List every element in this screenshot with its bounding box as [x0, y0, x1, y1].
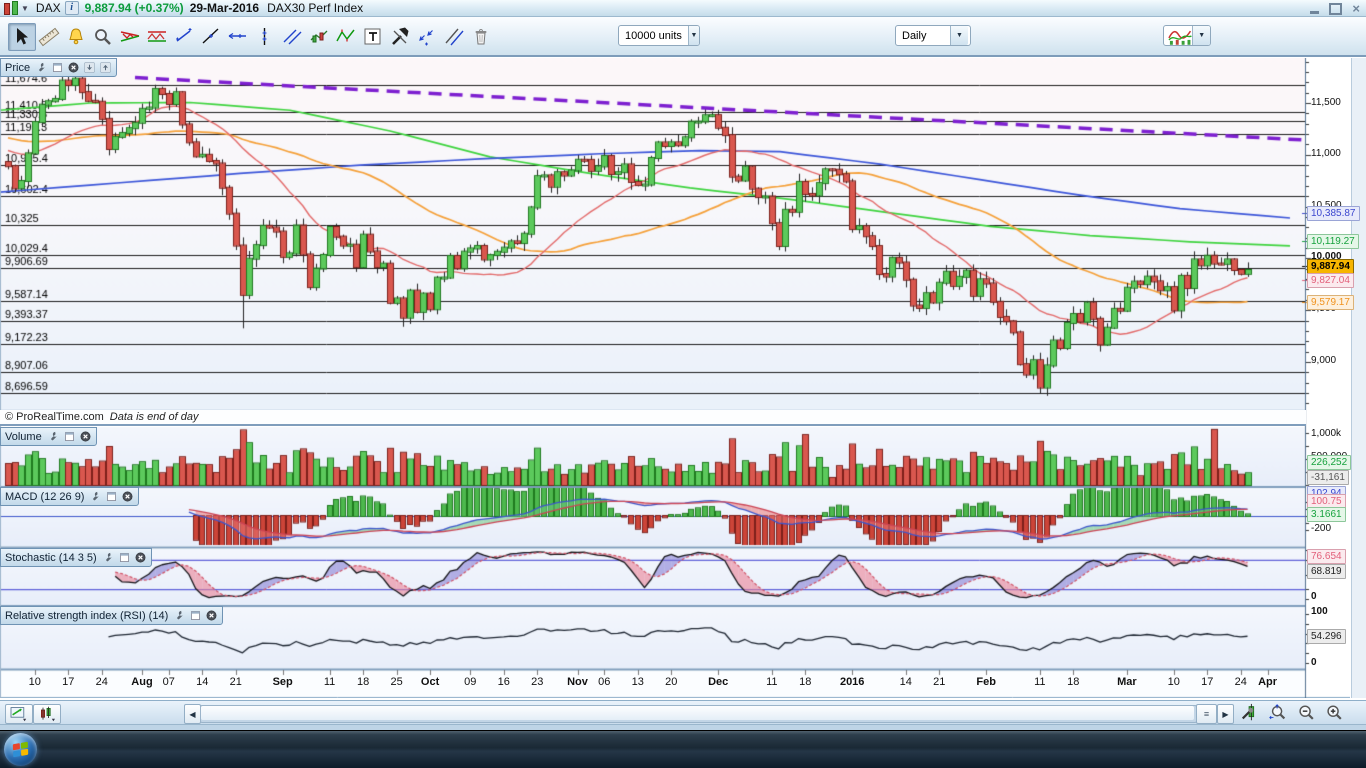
- chart-type-icon: [1167, 26, 1192, 46]
- units-dropdown-value: 10000 units: [619, 30, 688, 42]
- close-icon[interactable]: ×: [1352, 2, 1360, 15]
- scroll-right-button[interactable]: ▶: [1217, 704, 1234, 724]
- chart-area: Price Volume MACD (12 26 9) Stochastic (…: [0, 58, 1366, 698]
- stochastic-panel-header[interactable]: Stochastic (14 3 5): [0, 548, 152, 567]
- price-panel-title: Price: [5, 62, 32, 74]
- windows-logo-icon: [13, 742, 28, 758]
- panel-wrench-icon[interactable]: [35, 61, 48, 74]
- chart-type-dropdown-arrow[interactable]: ▼: [1192, 26, 1210, 45]
- horizontal-scrollbar-thumb[interactable]: [201, 706, 1194, 720]
- timeframe-dropdown-arrow[interactable]: ▼: [950, 26, 968, 45]
- tool-alarm-bell-icon[interactable]: [62, 23, 90, 51]
- chart-statusbar: ◀ ≡ ▶: [0, 700, 1366, 724]
- tool-ruler-icon[interactable]: [35, 23, 63, 51]
- vertical-scrollbar[interactable]: [1351, 58, 1366, 698]
- panel-close-icon[interactable]: [134, 551, 147, 564]
- restore-icon[interactable]: [1329, 3, 1342, 15]
- chart-style-icon: [37, 706, 57, 722]
- copyright-site: © ProRealTime.com: [5, 411, 104, 423]
- macd-panel-title: MACD (12 26 9): [5, 491, 86, 503]
- tool-zigzag-icon[interactable]: [332, 23, 360, 51]
- scroll-left-button[interactable]: ◀: [184, 704, 201, 724]
- start-button[interactable]: [4, 733, 37, 766]
- drawing-toolbar: 10000 units ▼ Daily ▼ ▼: [0, 17, 1366, 57]
- tool-trash-icon[interactable]: [467, 23, 495, 51]
- quote-date: 29-Mar-2016: [190, 1, 267, 15]
- macd-panel-header[interactable]: MACD (12 26 9): [0, 487, 139, 506]
- panel-wrench-icon[interactable]: [173, 609, 186, 622]
- tool-parallel-lines-icon[interactable]: [278, 23, 306, 51]
- tool-tools-icon[interactable]: [386, 23, 414, 51]
- rsi-panel-title: Relative strength index (RSI) (14): [5, 610, 170, 622]
- display-mode-button[interactable]: [5, 704, 33, 724]
- panel-window-icon[interactable]: [189, 609, 202, 622]
- timeframe-dropdown[interactable]: Daily ▼: [895, 25, 971, 46]
- stochastic-panel-title: Stochastic (14 3 5): [5, 552, 99, 564]
- chart-canvas[interactable]: [0, 58, 1350, 698]
- zoom-drag-icon[interactable]: [1266, 703, 1290, 723]
- zoom-out-icon[interactable]: [1294, 703, 1318, 723]
- tool-vertical-line-icon[interactable]: [251, 23, 279, 51]
- rsi-panel-header[interactable]: Relative strength index (RSI) (14): [0, 606, 223, 625]
- screen: ▼ DAX i 9,887.94 (+0.37%) 29-Mar-2016 DA…: [0, 0, 1366, 768]
- units-dropdown-arrow[interactable]: ▼: [688, 26, 699, 45]
- panel-wrench-icon[interactable]: [102, 551, 115, 564]
- price-panel-header[interactable]: Price: [0, 58, 117, 77]
- panel-close-icon[interactable]: [205, 609, 218, 622]
- units-dropdown[interactable]: 10000 units ▼: [618, 25, 700, 46]
- tool-oblique-parallel-icon[interactable]: [440, 23, 468, 51]
- minimize-icon[interactable]: [1310, 11, 1319, 14]
- panel-wrench-icon[interactable]: [47, 430, 60, 443]
- tool-text-icon[interactable]: [359, 23, 387, 51]
- chart-settings-icon[interactable]: [1238, 703, 1262, 723]
- tool-pattern-triangle-icon[interactable]: [116, 23, 144, 51]
- instrument-description: DAX30 Perf Index: [267, 1, 363, 15]
- panel-arrow-down-icon[interactable]: [83, 61, 96, 74]
- instrument-dropdown-arrow[interactable]: ▼: [18, 4, 32, 13]
- copyright-note: © ProRealTime.com Data is end of day: [0, 410, 1306, 426]
- scrollbar-menu-button[interactable]: ≡: [1196, 704, 1217, 724]
- panel-window-icon[interactable]: [51, 61, 64, 74]
- horizontal-scrollbar-track[interactable]: [200, 705, 1197, 723]
- panel-wrench-icon[interactable]: [89, 490, 102, 503]
- tool-points-icon[interactable]: [413, 23, 441, 51]
- taskbar: M PT ▲: [0, 730, 1366, 768]
- panel-close-icon[interactable]: [79, 430, 92, 443]
- tool-pattern-channel-icon[interactable]: [143, 23, 171, 51]
- chart-type-button[interactable]: ▼: [1163, 25, 1211, 46]
- tool-trendline-icon[interactable]: [197, 23, 225, 51]
- tool-segment-icon[interactable]: [170, 23, 198, 51]
- panel-window-icon[interactable]: [105, 490, 118, 503]
- volume-panel-header[interactable]: Volume: [0, 427, 97, 446]
- tool-magnifier-icon[interactable]: [89, 23, 117, 51]
- panel-close-icon[interactable]: [121, 490, 134, 503]
- instrument-name: DAX: [32, 1, 65, 15]
- tool-pointer-icon[interactable]: [8, 23, 36, 51]
- instrument-candle-icon[interactable]: [4, 2, 18, 15]
- quote-value: 9,887.94 (+0.37%): [79, 1, 190, 15]
- volume-panel-title: Volume: [5, 431, 44, 443]
- zoom-in-icon[interactable]: [1322, 703, 1346, 723]
- display-mode-icon: [9, 706, 29, 722]
- panel-close-icon[interactable]: [67, 61, 80, 74]
- window-titlebar: ▼ DAX i 9,887.94 (+0.37%) 29-Mar-2016 DA…: [0, 0, 1366, 17]
- info-icon[interactable]: i: [65, 1, 79, 15]
- data-note: Data is end of day: [110, 411, 199, 423]
- panel-window-icon[interactable]: [63, 430, 76, 443]
- chart-style-button[interactable]: [33, 704, 61, 724]
- tool-horizontal-line-icon[interactable]: [224, 23, 252, 51]
- tool-annotate-chart-icon[interactable]: [305, 23, 333, 51]
- panel-arrow-up-icon[interactable]: [99, 61, 112, 74]
- panel-window-icon[interactable]: [118, 551, 131, 564]
- timeframe-dropdown-value: Daily: [896, 30, 950, 42]
